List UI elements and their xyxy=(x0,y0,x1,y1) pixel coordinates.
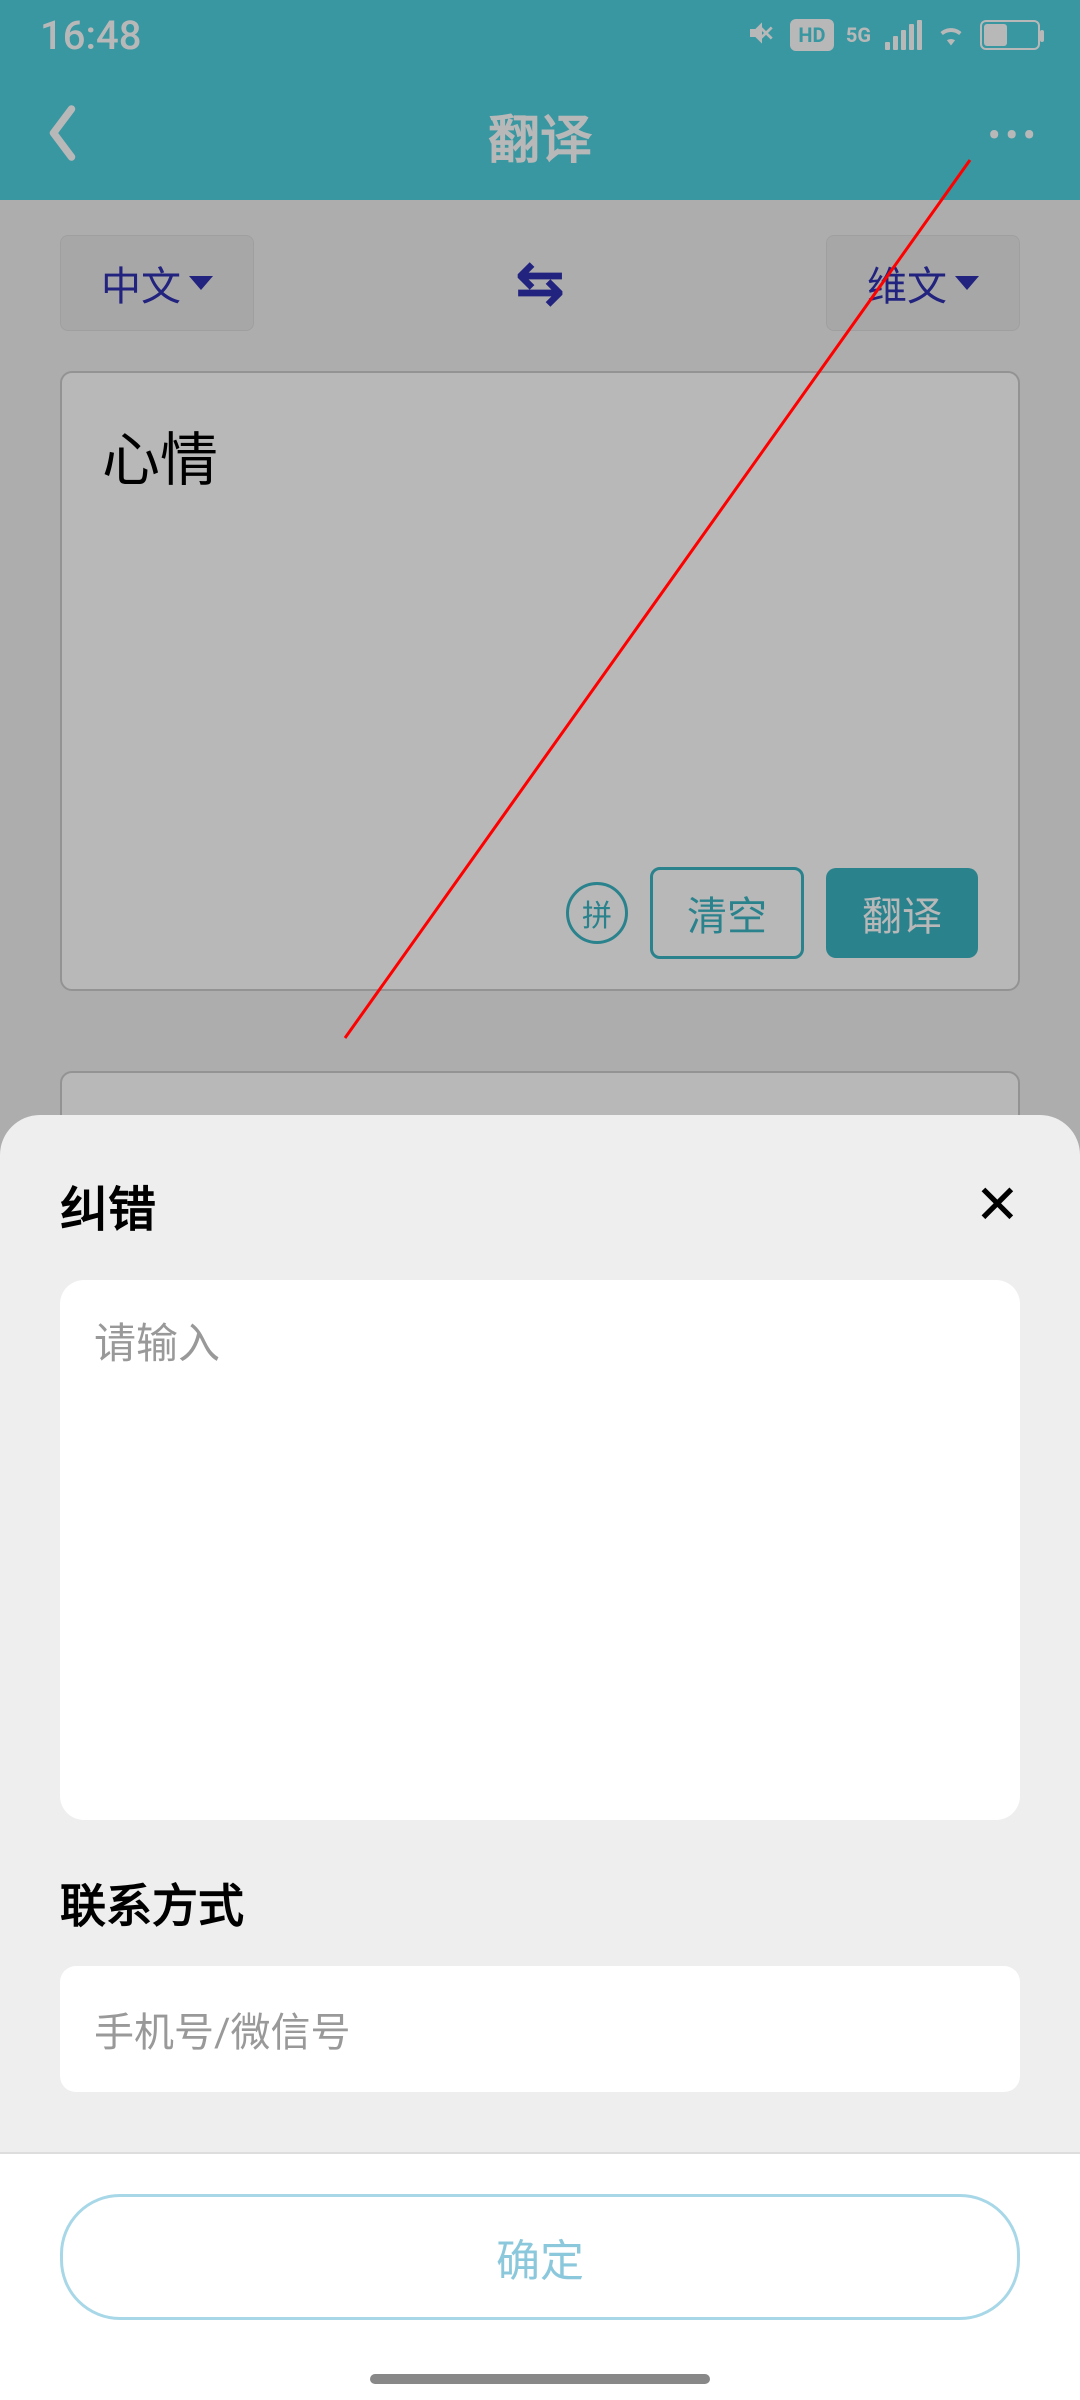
confirm-button[interactable]: 确定 xyxy=(60,2194,1020,2320)
sheet-footer: 确定 xyxy=(0,2154,1080,2400)
feedback-textarea[interactable]: 请输入 xyxy=(60,1280,1020,1820)
feedback-sheet: 纠错 ✕ 请输入 联系方式 手机号/微信号 确定 xyxy=(0,1115,1080,2400)
contact-label: 联系方式 xyxy=(0,1820,1080,1966)
sheet-header: 纠错 ✕ xyxy=(0,1115,1080,1280)
close-button[interactable]: ✕ xyxy=(975,1173,1020,1237)
contact-input[interactable]: 手机号/微信号 xyxy=(60,1966,1020,2092)
home-indicator[interactable] xyxy=(370,2374,710,2384)
sheet-title: 纠错 xyxy=(60,1170,156,1240)
